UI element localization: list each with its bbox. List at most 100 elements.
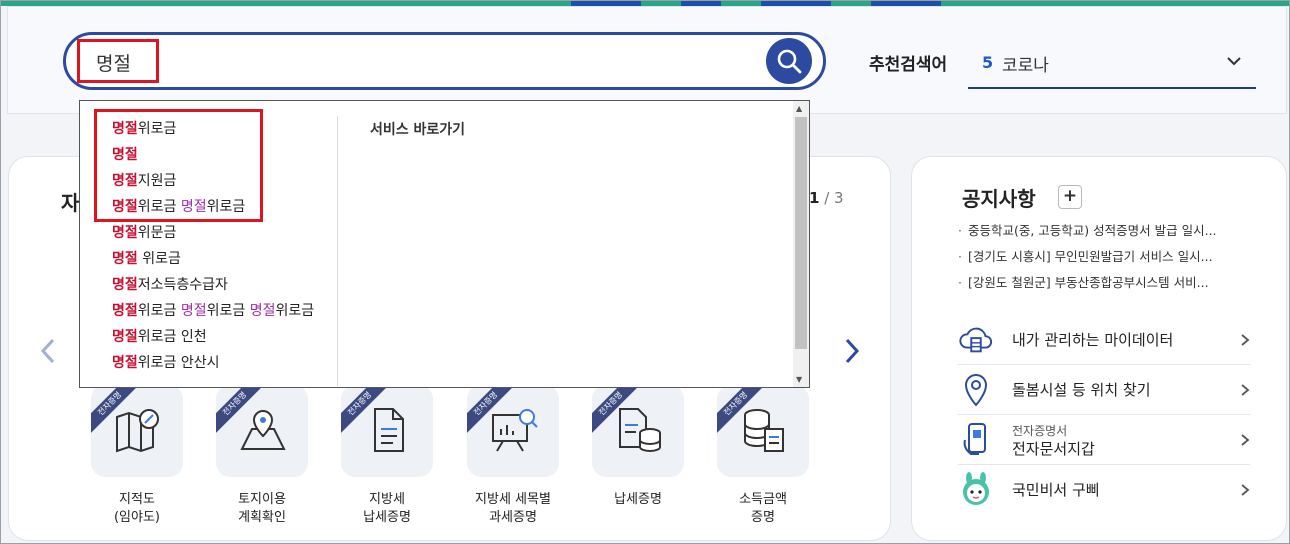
card-pager: 1 / 3 [809, 189, 844, 207]
notice-item[interactable]: [강원도 철원군] 부동산종합공부시스템 서비... [958, 273, 1258, 299]
service-label-sub: 증명 [751, 510, 775, 525]
notice-list: 중등학교(중, 고등학교) 성적증명서 발급 일시... [경기도 시흥시] 무… [958, 221, 1258, 299]
notice-title: 공지사항 [962, 187, 1036, 211]
service-tile[interactable]: 전자증명 지적도 (임야도) [91, 385, 183, 527]
chevron-right-icon[interactable] [843, 337, 861, 365]
autocomplete-text: 위로금 인천 [137, 329, 207, 345]
service-label-sub: (임야도) [113, 510, 161, 525]
scrollbar-thumb[interactable] [795, 117, 807, 349]
service-tile[interactable]: 전자증명 소득금액증명 [717, 385, 809, 527]
notice-item[interactable]: [경기도 시흥시] 무인민원발급기 서비스 일시... [958, 247, 1258, 273]
quick-link-label: 국민비서 구삐 [1012, 481, 1100, 499]
autocomplete-keyword: 명절 [112, 303, 138, 319]
search-input[interactable] [96, 49, 696, 75]
chevron-right-icon [1241, 333, 1250, 346]
cloud-data-icon [958, 322, 994, 358]
autocomplete-keyword: 명절 [112, 251, 138, 267]
quick-link-care-facility[interactable]: 돌봄시설 등 위치 찾기 [958, 365, 1250, 415]
gubbi-mascot-icon [958, 472, 994, 508]
service-shortcut-heading: 서비스 바로가기 [370, 122, 466, 138]
quick-link-gubbi[interactable]: 국민비서 구삐 [958, 465, 1250, 515]
autocomplete-item[interactable]: 명절 위로금 [112, 246, 334, 272]
service-label: 토지이용 [238, 492, 286, 507]
recommended-keyword-rank: 5 [982, 53, 994, 72]
document-icon [374, 408, 404, 452]
autocomplete-text: 위로금 [137, 303, 181, 319]
recommended-keywords-select[interactable]: 5 코로나 [968, 41, 1256, 89]
quick-link-e-wallet[interactable]: 전자증명서 전자문서지갑 [958, 415, 1250, 465]
service-label: 소득금액 [739, 492, 787, 507]
autocomplete-text: 저소득층수급자 [137, 277, 228, 293]
autocomplete-keyword: 명절 [180, 303, 207, 319]
quick-link-sublabel: 전자증명서 [1012, 423, 1068, 438]
service-icon-tile: 전자증명 [216, 385, 308, 477]
quick-link-label: 내가 관리하는 마이데이터 [1012, 330, 1174, 349]
quick-link-mydata[interactable]: 내가 관리하는 마이데이터 [958, 315, 1250, 365]
land-pin-icon [240, 409, 286, 450]
notice-more-button[interactable]: + [1058, 185, 1082, 209]
service-icon-tile: 전자증명 [341, 385, 433, 477]
chevron-right-icon [1241, 484, 1250, 496]
service-icon-tile: 전자증명 [467, 385, 559, 477]
notice-item[interactable]: 중등학교(중, 고등학교) 성적증명서 발급 일시... [958, 221, 1258, 247]
autocomplete-keyword: 명절 [112, 329, 138, 345]
phone-wallet-icon [958, 422, 994, 458]
autocomplete-divider [337, 116, 338, 386]
autocomplete-keyword: 명절 [249, 303, 276, 319]
chevron-right-icon [1241, 383, 1250, 396]
chevron-right-icon [1241, 433, 1250, 446]
autocomplete-item[interactable]: 명절위로금 명절위로금 명절위로금 [112, 298, 334, 324]
service-tile[interactable]: 전자증명 납세증명 [592, 385, 684, 509]
service-label-sub: 계획확인 [238, 510, 286, 525]
service-label: 지적도 [119, 492, 155, 507]
pager-separator: / [819, 189, 835, 207]
autocomplete-keyword: 명절 [112, 355, 138, 371]
autocomplete-keyword: 명절 [112, 277, 138, 293]
autocomplete-text: 위로금 [206, 303, 250, 319]
service-tile[interactable]: 전자증명 지방세 세목별과세증명 [467, 385, 559, 527]
service-icon-tile: 전자증명 [91, 385, 183, 477]
highlight-box-suggestions [94, 109, 263, 222]
autocomplete-scrollbar[interactable]: ▲ ▼ [793, 101, 809, 387]
service-label: 지방세 [369, 492, 405, 507]
location-pin-icon [958, 372, 994, 408]
pager-total: 3 [834, 189, 844, 207]
service-label: 납세증명 [614, 492, 662, 507]
autocomplete-keyword: 명절 [112, 225, 138, 241]
autocomplete-text: 위로금 [137, 251, 181, 267]
recommended-keyword-value: 코로나 [1002, 56, 1049, 76]
chevron-left-icon[interactable] [39, 337, 57, 365]
quick-link-label: 돌봄시설 등 위치 찾기 [1012, 380, 1151, 399]
quick-link-label: 전자문서지갑 [1012, 439, 1095, 458]
service-icon-tile: 전자증명 [717, 385, 809, 477]
recommended-keywords-label: 추천검색어 [869, 55, 948, 75]
autocomplete-item[interactable]: 명절저소득층수급자 [112, 272, 334, 298]
database-document-icon [744, 409, 784, 452]
service-tile[interactable]: 전자증명 지방세납세증명 [341, 385, 433, 527]
autocomplete-text: 위문금 [137, 225, 177, 241]
browser-viewport: 추천검색어 5 코로나 자 1 / 3 전자증명 지적도 (임야도) [0, 0, 1290, 544]
service-label-sub: 과세증명 [489, 510, 537, 525]
notice-card: 공지사항 + 중등학교(중, 고등학교) 성적증명서 발급 일시... [경기도… [911, 156, 1287, 541]
search-box [63, 32, 826, 90]
service-tile[interactable]: 전자증명 토지이용계획확인 [216, 385, 308, 527]
autocomplete-item[interactable]: 명절위로금 안산시 [112, 350, 334, 376]
presentation-chart-icon [492, 409, 538, 452]
search-button[interactable] [766, 38, 812, 84]
autocomplete-item[interactable]: 명절위문금 [112, 220, 334, 246]
service-icon-tile: 전자증명 [592, 385, 684, 477]
scroll-down-icon[interactable]: ▼ [796, 375, 802, 384]
service-label-sub: 납세증명 [363, 510, 411, 525]
autocomplete-item[interactable]: 명절위로금 인천 [112, 324, 334, 350]
document-database-icon [619, 408, 661, 452]
chevron-down-icon [1227, 57, 1241, 66]
autocomplete-text: 위로금 안산시 [137, 355, 220, 371]
service-label: 지방세 세목별 [475, 492, 551, 507]
highlight-box-search-input [77, 39, 159, 83]
autocomplete-text: 위로금 [275, 303, 315, 319]
scroll-up-icon[interactable]: ▲ [796, 104, 802, 113]
card-title: 자 [61, 191, 80, 215]
search-icon [777, 49, 802, 74]
pager-current: 1 [809, 189, 820, 207]
map-magnifier-icon [116, 409, 159, 453]
